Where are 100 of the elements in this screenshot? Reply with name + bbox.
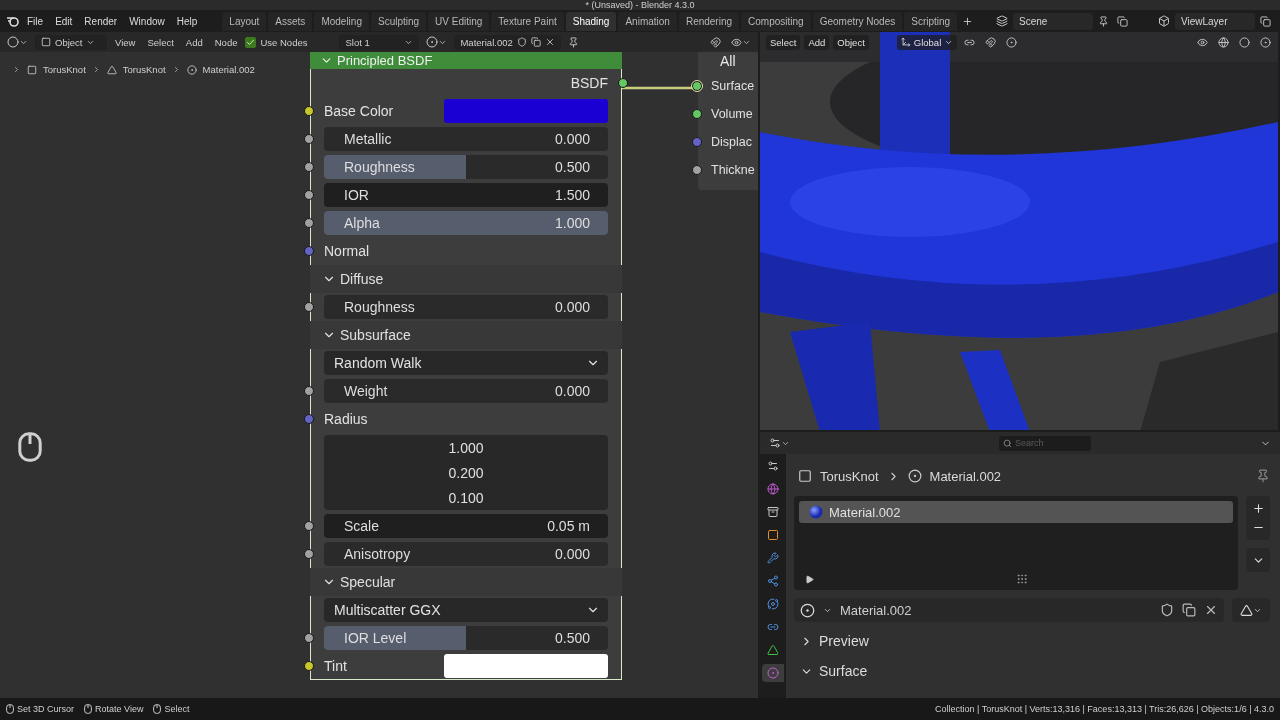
close-icon[interactable] xyxy=(544,37,555,47)
dropdown[interactable]: Multiscatter GGX xyxy=(324,598,608,622)
workspace-tab[interactable]: Animation xyxy=(618,11,677,31)
workspace-tab[interactable]: Rendering xyxy=(678,11,740,31)
socket-icon[interactable] xyxy=(304,549,314,559)
value-slider[interactable]: Alpha 1.000 xyxy=(324,211,608,235)
dropdown[interactable]: Random Walk xyxy=(324,351,608,375)
workspace-tab[interactable]: Geometry Nodes xyxy=(812,11,903,31)
socket-icon[interactable] xyxy=(304,134,314,144)
value-slider[interactable]: Metallic 0.000 xyxy=(324,127,608,151)
value-slider[interactable]: Anisotropy 0.000 xyxy=(324,542,608,566)
shield-icon[interactable] xyxy=(1160,603,1174,617)
socket-icon[interactable] xyxy=(304,302,314,312)
status-hint: Rotate View xyxy=(95,704,144,714)
menu-item[interactable]: File xyxy=(22,13,49,29)
window-title: * (Unsaved) - Blender 4.3.0 xyxy=(585,0,695,10)
pin-icon[interactable] xyxy=(1256,469,1270,483)
material-icon[interactable] xyxy=(800,602,815,618)
socket-icon[interactable] xyxy=(692,109,702,119)
socket-icon[interactable] xyxy=(304,633,314,643)
mode-dropdown[interactable]: Object xyxy=(35,34,107,50)
value-slider[interactable]: Roughness 0.000 xyxy=(324,295,608,319)
slot-dropdown[interactable]: Slot 1 xyxy=(339,34,420,50)
shading-icon[interactable] xyxy=(1257,35,1274,49)
socket-icon[interactable] xyxy=(304,218,314,228)
triangle-icon xyxy=(1240,603,1253,617)
breadcrumb-item[interactable]: TorusKnot xyxy=(43,64,86,75)
workspace-tab[interactable]: UV Editing xyxy=(428,11,490,31)
target-label[interactable]: All xyxy=(720,53,736,69)
scene-field[interactable]: Scene xyxy=(1013,12,1093,30)
copy-icon[interactable] xyxy=(530,37,541,47)
breadcrumb-item[interactable]: Material.002 xyxy=(929,468,1002,484)
socket-icon[interactable] xyxy=(304,162,314,172)
more-button[interactable] xyxy=(1246,548,1270,572)
node-tree-button[interactable] xyxy=(1232,598,1270,622)
material-field[interactable]: Material.002 xyxy=(794,598,1224,622)
mesh-icon xyxy=(106,64,117,75)
menu-item[interactable]: Node xyxy=(210,34,242,50)
use-nodes-checkbox[interactable] xyxy=(245,36,257,48)
socket-icon[interactable] xyxy=(304,190,314,200)
socket-icon[interactable] xyxy=(618,78,628,88)
socket-icon[interactable] xyxy=(692,165,702,175)
breadcrumb-item[interactable]: Material.002 xyxy=(202,64,255,75)
workspace-tab[interactable]: Scripting xyxy=(904,11,958,31)
globe-icon[interactable] xyxy=(1215,35,1232,49)
vector-value[interactable]: 0.100 xyxy=(324,485,608,510)
copy-icon[interactable] xyxy=(1114,14,1131,28)
panel-header[interactable]: Subsurface xyxy=(310,321,622,349)
socket-icon[interactable] xyxy=(304,521,314,531)
plus-icon[interactable] xyxy=(1251,502,1265,515)
value-slider[interactable]: Roughness 0.500 xyxy=(324,155,608,179)
socket-label: Normal xyxy=(324,243,370,259)
material-field[interactable]: Material.002 xyxy=(454,34,561,50)
shading-icon[interactable] xyxy=(1236,35,1253,49)
panel-header[interactable]: Surface xyxy=(794,660,1270,682)
workspace-tab[interactable]: Compositing xyxy=(741,11,811,31)
value-slider[interactable]: IOR Level 0.500 xyxy=(324,626,608,650)
menu-item[interactable]: View xyxy=(111,34,140,50)
workspace-tab[interactable]: Sculpting xyxy=(370,11,427,31)
shield-icon[interactable] xyxy=(516,37,527,47)
copy-icon[interactable] xyxy=(1257,14,1274,28)
workspace-tab[interactable]: Texture Paint xyxy=(491,11,564,31)
menu-item[interactable]: Add xyxy=(181,34,207,50)
workspace-tab[interactable]: Modeling xyxy=(314,11,369,31)
panel-header[interactable]: Diffuse xyxy=(310,265,622,293)
color-swatch[interactable] xyxy=(444,99,608,123)
value-slider[interactable]: Weight 0.000 xyxy=(324,379,608,403)
menu-item[interactable]: Window xyxy=(124,13,170,29)
scene-icon[interactable] xyxy=(993,14,1011,28)
mouse-icon xyxy=(18,432,42,462)
menu-item[interactable]: Edit xyxy=(50,13,78,29)
vector-value[interactable]: 1.000 xyxy=(324,435,608,460)
socket-icon[interactable] xyxy=(304,661,314,671)
socket-icon[interactable] xyxy=(692,81,702,91)
panel-header[interactable]: Specular xyxy=(310,568,622,596)
play-icon[interactable] xyxy=(805,574,814,584)
app-logo-icon[interactable] xyxy=(6,15,20,27)
color-swatch[interactable] xyxy=(444,654,608,678)
socket-label: Base Color xyxy=(324,103,394,119)
breadcrumb-item[interactable]: TorusKnot xyxy=(820,468,879,484)
node-title[interactable]: Principled BSDF xyxy=(310,52,622,69)
number-field[interactable]: Scale 0.05 m xyxy=(324,514,608,538)
menu-item[interactable]: Render xyxy=(79,13,123,29)
view-layer-field[interactable]: ViewLayer xyxy=(1175,12,1255,30)
socket-icon[interactable] xyxy=(304,386,314,396)
menu-item[interactable]: Select xyxy=(143,34,178,50)
close-icon[interactable] xyxy=(1204,603,1218,617)
workspace-tab[interactable]: Assets xyxy=(268,11,313,31)
scene-stats: Collection | TorusKnot | Verts:13,316 | Faces:13,313 | Tris:26,626 | Objects:1/6 | 4.3.0 xyxy=(934,704,1274,714)
grip-icon[interactable] xyxy=(1015,573,1028,585)
vector-value[interactable]: 0.200 xyxy=(324,460,608,485)
workspace-tab[interactable]: Layout xyxy=(222,11,267,31)
workspace-tab[interactable]: Shading xyxy=(565,11,617,31)
number-field[interactable]: IOR 1.500 xyxy=(324,183,608,207)
menu-item[interactable]: Help xyxy=(171,13,203,29)
breadcrumb-item[interactable]: TorusKnot xyxy=(122,64,166,75)
material-slot[interactable]: Material.002 xyxy=(799,501,1233,523)
copy-icon[interactable] xyxy=(1182,603,1196,617)
socket-icon[interactable] xyxy=(304,106,314,116)
panel-header[interactable]: Preview xyxy=(794,630,1270,652)
